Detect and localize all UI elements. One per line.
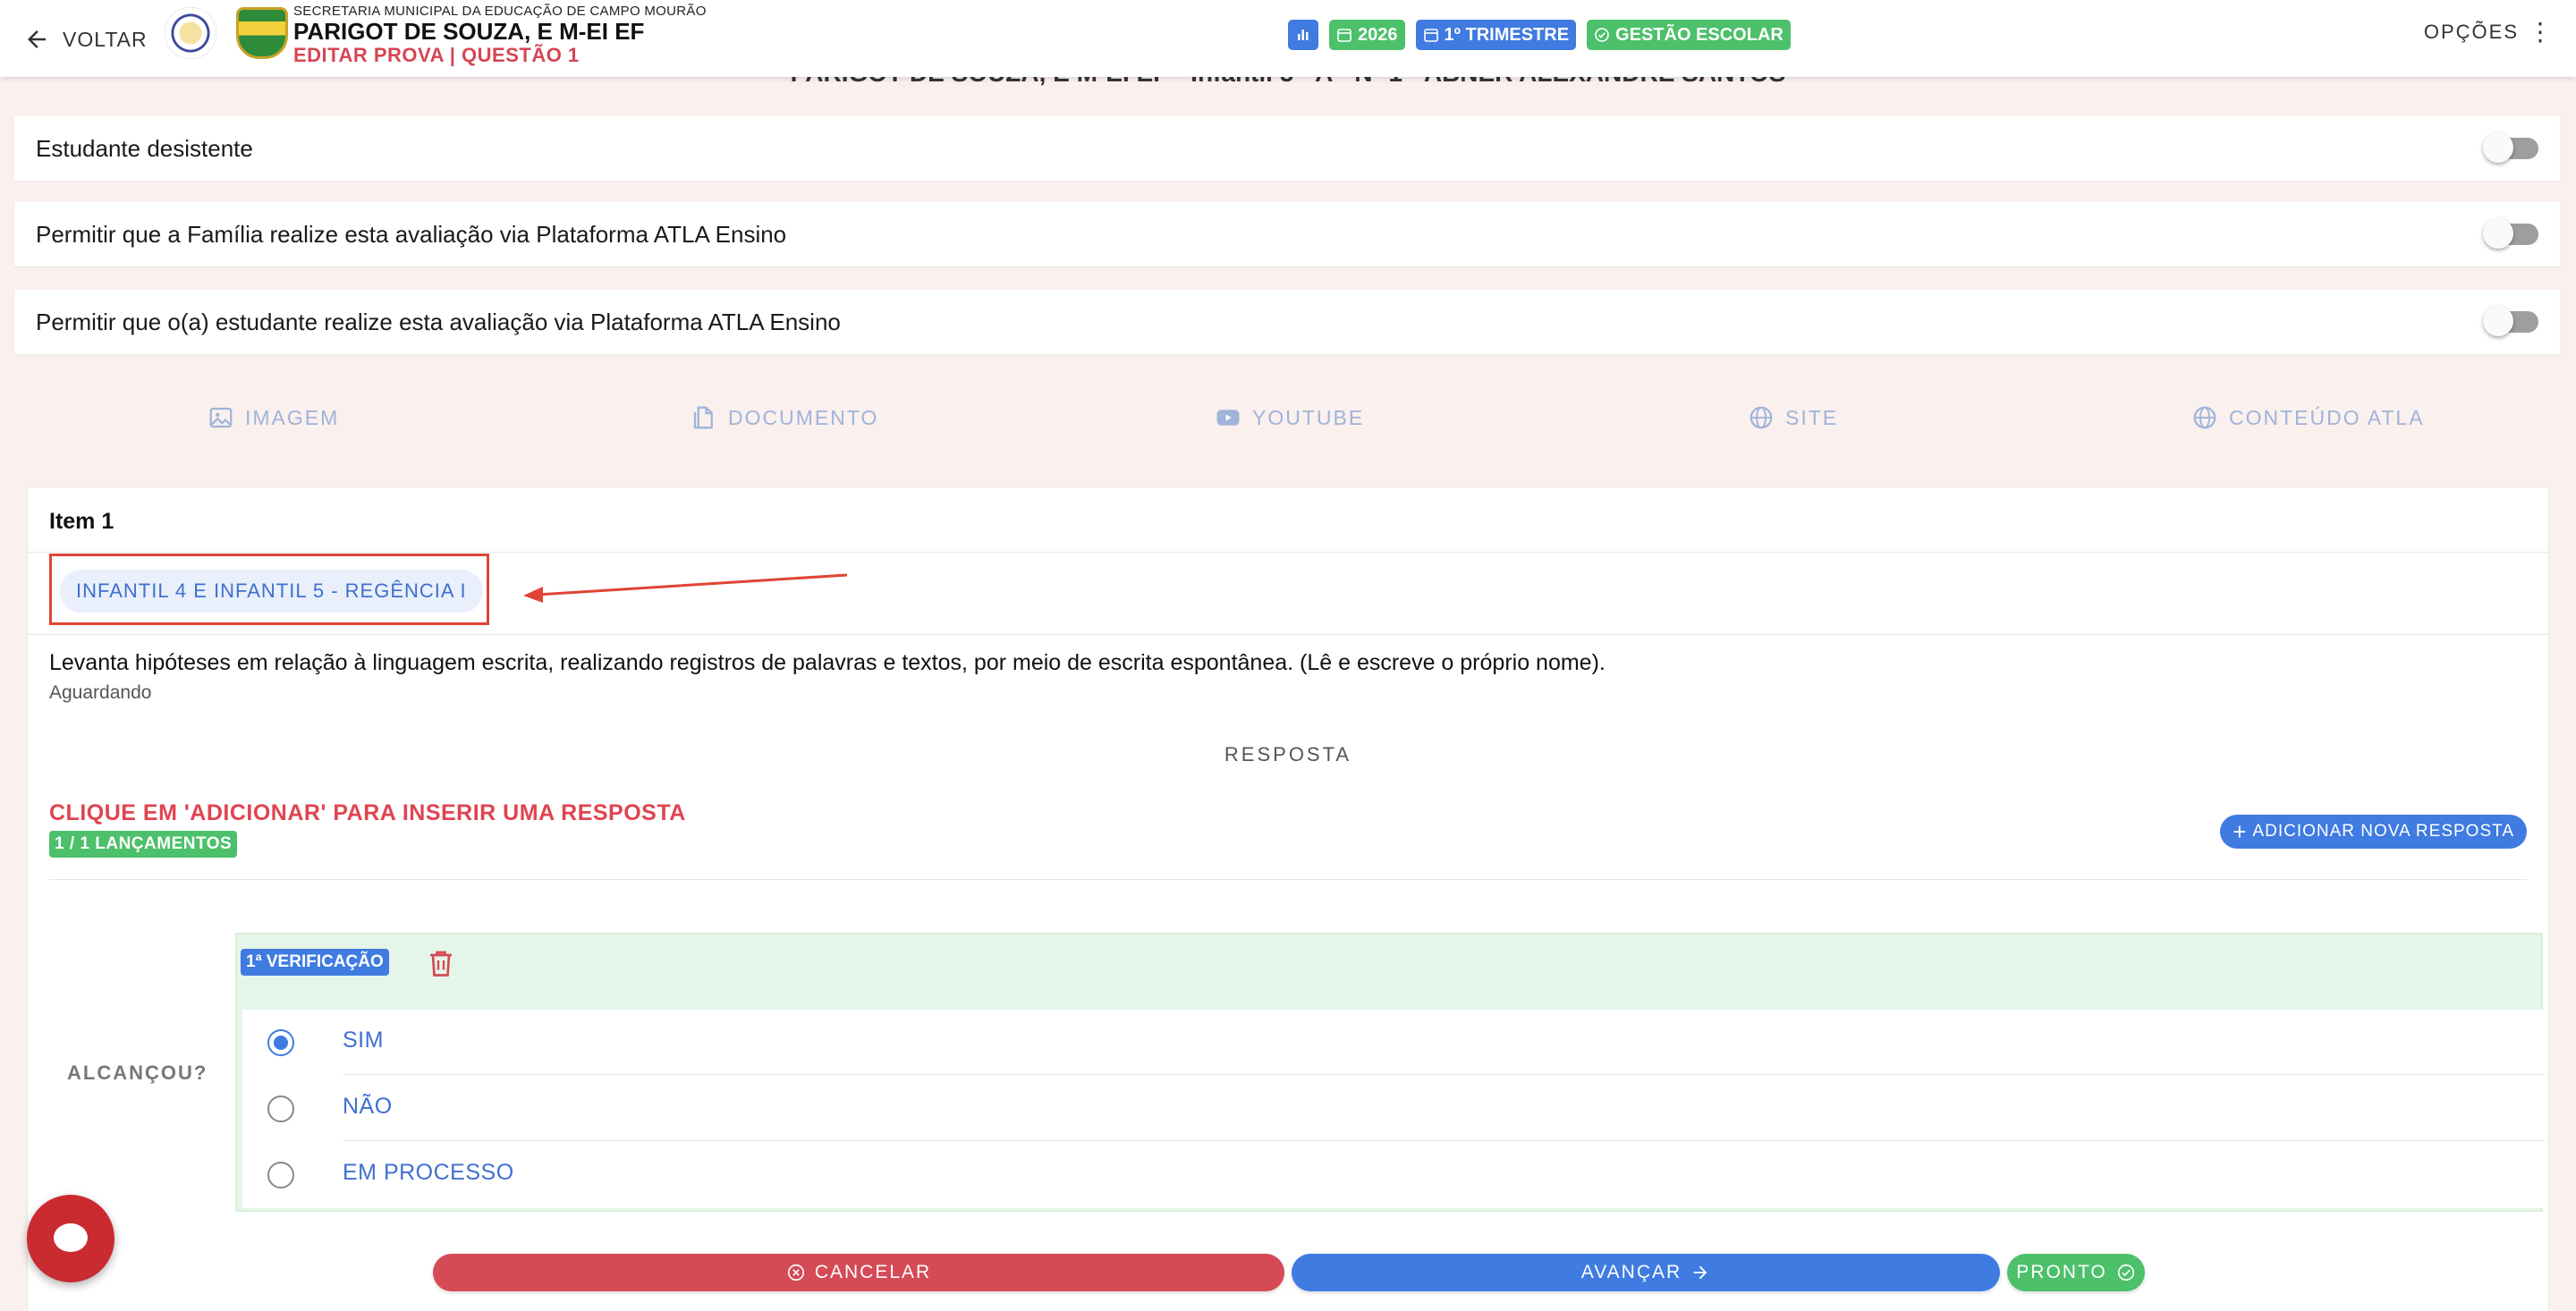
- divider: [343, 1074, 2545, 1075]
- entries-count-badge: 1 / 1 LANÇAMENTOS: [49, 831, 238, 858]
- image-icon: [209, 407, 233, 428]
- app-header: VOLTAR SECRETARIA MUNICIPAL DA EDUCAÇÃO …: [0, 0, 2576, 77]
- radio-unchecked[interactable]: [267, 1095, 294, 1122]
- student-access-switch[interactable]: [2483, 306, 2538, 336]
- arrow-left-icon: [28, 30, 46, 48]
- document-icon: [693, 406, 713, 429]
- next-button[interactable]: AVANÇAR: [1292, 1254, 2000, 1291]
- calendar-icon: [1337, 29, 1352, 42]
- tab-site[interactable]: SITE: [1748, 404, 1838, 431]
- toggle-row-dropout: Estudante desistente: [14, 116, 2560, 181]
- item-status: Aguardando: [49, 682, 152, 703]
- radio-unchecked[interactable]: [267, 1162, 294, 1188]
- option-label: NÃO: [343, 1094, 393, 1119]
- calendar-icon: [1423, 29, 1438, 42]
- option-sim[interactable]: SIM: [242, 1010, 2545, 1074]
- org-department: SECRETARIA MUNICIPAL DA EDUCAÇÃO DE CAMP…: [293, 4, 707, 19]
- item-card: Item 1 INFANTIL 4 E INFANTIL 5 - REGÊNCI…: [27, 486, 2549, 1311]
- options-label: OPÇÕES: [2423, 21, 2519, 43]
- tab-youtube[interactable]: YOUTUBE: [1215, 404, 1364, 431]
- management-label: GESTÃO ESCOLAR: [1615, 24, 1784, 45]
- more-vertical-icon: ⋮: [2528, 18, 2555, 46]
- chart-icon: [1298, 30, 1309, 40]
- check-circle-icon: [2117, 1264, 2134, 1281]
- period-label: 1º TRIMESTRE: [1444, 24, 1570, 45]
- radio-checked[interactable]: [267, 1029, 294, 1056]
- year-badge[interactable]: 2026: [1329, 20, 1405, 50]
- toggle-row-family-access: Permitir que a Família realize esta aval…: [14, 202, 2560, 266]
- divider: [28, 552, 2548, 553]
- done-button[interactable]: PRONTO: [2007, 1254, 2145, 1291]
- option-nao[interactable]: NÃO: [242, 1076, 2545, 1140]
- tab-youtube-label: YOUTUBE: [1252, 405, 1365, 429]
- cancel-label: CANCELAR: [814, 1262, 932, 1282]
- verification-panel: 1ª VERIFICAÇÃO SIM NÃO EM PROCESSO: [235, 933, 2545, 1212]
- plus-icon: +: [2233, 818, 2248, 845]
- family-access-switch[interactable]: [2483, 218, 2538, 249]
- check-circle-icon: [1595, 28, 1609, 42]
- tab-site-label: SITE: [1785, 405, 1839, 429]
- dropout-switch[interactable]: [2483, 132, 2538, 163]
- year-label: 2026: [1358, 24, 1398, 45]
- subject-chip[interactable]: INFANTIL 4 E INFANTIL 5 - REGÊNCIA I: [60, 570, 483, 613]
- reports-button[interactable]: [1288, 20, 1318, 50]
- back-label: VOLTAR: [63, 27, 148, 51]
- divider: [49, 879, 2527, 880]
- tab-image[interactable]: IMAGEM: [208, 404, 339, 431]
- next-label: AVANÇAR: [1580, 1262, 1682, 1282]
- cancel-button[interactable]: CANCELAR: [433, 1254, 1284, 1291]
- response-heading: RESPOSTA: [1224, 743, 1352, 765]
- verification-badge: 1ª VERIFICAÇÃO: [241, 949, 389, 976]
- item-description: Levanta hipóteses em relação à linguagem…: [49, 650, 1606, 675]
- youtube-icon: [1216, 410, 1240, 426]
- municipality-seal-logo: [165, 7, 216, 59]
- add-response-label: ADICIONAR NOVA RESPOSTA: [2252, 822, 2514, 841]
- toggle-label: Permitir que o(a) estudante realize esta…: [36, 308, 841, 335]
- divider: [343, 1140, 2545, 1141]
- item-title: Item 1: [49, 509, 114, 534]
- question-label: ALCANÇOU?: [67, 1061, 208, 1084]
- close-circle-icon: [787, 1264, 804, 1281]
- arrow-right-icon: [1693, 1265, 1707, 1280]
- tab-document-label: DOCUMENTO: [728, 405, 879, 429]
- chat-bubble-icon: [54, 1223, 88, 1252]
- back-button[interactable]: VOLTAR: [23, 21, 148, 57]
- globe-icon: [2193, 406, 2216, 429]
- divider: [28, 634, 2548, 635]
- tab-document[interactable]: DOCUMENTO: [691, 404, 878, 431]
- annotation-arrow-icon: [523, 573, 848, 603]
- answer-options: SIM NÃO EM PROCESSO: [242, 1010, 2545, 1208]
- globe-icon: [1750, 406, 1773, 429]
- add-response-button[interactable]: + ADICIONAR NOVA RESPOSTA: [2220, 815, 2527, 849]
- option-em-processo[interactable]: EM PROCESSO: [242, 1142, 2545, 1206]
- tab-image-label: IMAGEM: [245, 405, 340, 429]
- option-label: EM PROCESSO: [343, 1160, 514, 1185]
- tab-atla-content[interactable]: CONTEÚDO ATLA: [2191, 404, 2425, 431]
- toggle-label: Estudante desistente: [36, 134, 253, 162]
- page-subtitle: EDITAR PROVA | QUESTÃO 1: [293, 44, 580, 66]
- toggle-label: Permitir que a Família realize esta aval…: [36, 220, 787, 248]
- trash-icon[interactable]: [425, 945, 457, 981]
- period-badge[interactable]: 1º TRIMESTRE: [1415, 20, 1577, 50]
- management-badge[interactable]: GESTÃO ESCOLAR: [1587, 20, 1791, 50]
- toggle-row-student-access: Permitir que o(a) estudante realize esta…: [14, 290, 2560, 354]
- chat-button[interactable]: [27, 1195, 114, 1282]
- option-label: SIM: [343, 1028, 384, 1053]
- options-menu-button[interactable]: OPÇÕES ⋮: [2424, 20, 2555, 45]
- header-badges: 2026 1º TRIMESTRE GESTÃO ESCOLAR: [1288, 20, 1791, 50]
- tab-atla-label: CONTEÚDO ATLA: [2229, 405, 2425, 429]
- done-label: PRONTO: [2016, 1262, 2107, 1282]
- add-response-warning: CLIQUE EM 'ADICIONAR' PARA INSERIR UMA R…: [49, 800, 686, 825]
- city-coat-of-arms-logo: [236, 7, 288, 59]
- school-name: PARIGOT DE SOUZA, E M-EI EF: [293, 18, 645, 45]
